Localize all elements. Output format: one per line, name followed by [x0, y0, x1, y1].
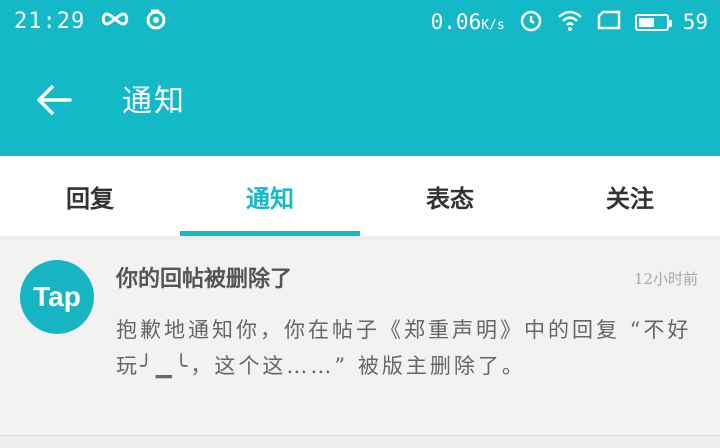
app-bar: 通知: [0, 42, 720, 156]
tab-replies[interactable]: 回复: [0, 156, 180, 236]
battery-percent: 59: [682, 10, 708, 34]
net-speed: 0.06K/s: [430, 10, 505, 34]
back-button[interactable]: [32, 78, 76, 122]
tab-reactions[interactable]: 表态: [360, 156, 540, 236]
alarm-icon: [519, 8, 543, 36]
battery-icon: [634, 13, 672, 31]
tab-follows[interactable]: 关注: [540, 156, 720, 236]
notification-item[interactable]: Tap 你的回帖被删除了 12小时前 抱歉地通知你，你在帖子《郑重声明》中的回复…: [0, 240, 720, 436]
avatar[interactable]: Tap: [20, 260, 94, 334]
sim-card-icon: [597, 10, 621, 34]
tab-bar: 回复 通知 表态 关注: [0, 156, 720, 236]
back-arrow-icon: [37, 85, 72, 115]
page-title: 通知: [122, 84, 186, 119]
notification-time: 12小时前: [633, 270, 698, 288]
status-bar-left: 21:29: [14, 8, 167, 34]
notification-title: 你的回帖被删除了: [116, 267, 293, 292]
sync-app-icon: [145, 8, 167, 34]
tab-notifications[interactable]: 通知: [180, 156, 360, 236]
notification-body: 抱歉地通知你，你在帖子《郑重声明》中的回复 “不好玩╯▁╰，这个这……” 被版主…: [116, 318, 692, 378]
status-time: 21:29: [14, 8, 86, 34]
infinity-icon: [99, 10, 131, 32]
status-bar: 21:29 0.06K/s 59: [0, 0, 720, 42]
status-bar-right: 0.06K/s 59: [431, 8, 708, 36]
wifi-icon: [557, 9, 583, 35]
